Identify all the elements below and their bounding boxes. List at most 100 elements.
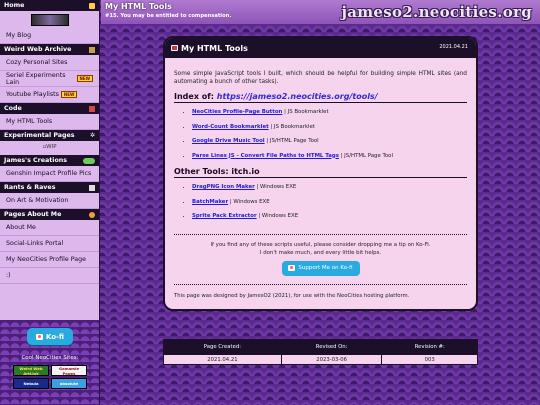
sidebar-header-label: Weird Web Archive: [4, 46, 72, 53]
sidebar-item-label: Cozy Personal Sites: [6, 59, 68, 66]
intro-text: Some simple JavaScript tools I built, wh…: [174, 71, 467, 85]
sidebar-header-code: Code: [0, 103, 99, 114]
divider: [174, 283, 467, 285]
new-badge: NEW: [60, 91, 78, 98]
index-link[interactable]: https://jameso2.neocities.org/tools/: [217, 92, 378, 101]
wip-image: ▫WIP: [42, 144, 57, 150]
new-badge: NEW: [76, 75, 93, 82]
sidebar-header-label: James's Creations: [4, 157, 68, 164]
tool-link[interactable]: Word-Count Bookmarklet: [192, 124, 269, 130]
footer-note: This page was designed by JamesO2 (2021)…: [174, 292, 410, 299]
sidebar-header-label: Experimental Pages: [4, 132, 75, 139]
site-banner-88x31[interactable]: [30, 14, 69, 26]
sidebar-item-label: My Blog: [6, 32, 32, 39]
sidebar-item-neocities-profile[interactable]: My NeoCities Profile Page: [0, 252, 99, 268]
gear-icon: ✲: [89, 132, 95, 139]
card-header: My HTML Tools 2021.04.21: [165, 38, 476, 58]
sidebar-header-about: Pages About Me: [0, 209, 99, 220]
tool-link[interactable]: Sprite Pack Extractor: [192, 213, 257, 219]
tool-link[interactable]: Google Drive Music Tool: [192, 138, 265, 144]
list-item: Sprite Pack Extractor | Windows EXE: [192, 213, 467, 228]
home-icon: [89, 2, 95, 9]
table-header: Revision #:: [381, 339, 478, 355]
kofi-button[interactable]: Ko-fi: [27, 328, 73, 345]
table-cell: 2021.04.21: [163, 354, 282, 365]
support-kofi-label: Support Me on Ko-fi: [298, 265, 353, 271]
sidebar-item-art-motivation[interactable]: On Art & Motivation: [0, 193, 99, 209]
sidebar-item-label: About Me: [6, 224, 36, 231]
page-header: My HTML Tools #15. You may be entitled t…: [101, 0, 540, 24]
support-kofi-button[interactable]: Support Me on Ko-fi: [281, 260, 360, 276]
card-date: 2021.04.21: [439, 44, 468, 50]
sidebar-footer: Ko-fi Cool NeoCities Sites: Weird Web Ar…: [0, 320, 99, 405]
site-logo[interactable]: jameso2.neocities.org: [342, 3, 533, 21]
list-item: Word-Count Bookmarklet | JS Bookmarklet: [192, 124, 467, 139]
sidebar-item-label: My HTML Tools: [6, 118, 53, 125]
page-subtitle: #15. You may be entitled to compensation…: [105, 13, 232, 19]
kofi-cup-icon: [288, 265, 296, 271]
toolbox-icon: [171, 45, 178, 51]
list-item: BatchMaker | Windows EXE: [192, 199, 467, 214]
cool-site-badge[interactable]: Nebula: [13, 378, 49, 389]
tool-link[interactable]: NeoCities Profile-Page Button: [192, 109, 282, 115]
sidebar-header-label: Home: [4, 2, 25, 9]
kofi-label: Ko-fi: [45, 332, 65, 341]
tool-link[interactable]: Parse Lines JS - Convert File Paths to H…: [192, 153, 339, 159]
table-row: 2021.04.21 2023-03-06 003: [163, 354, 478, 365]
sidebar-item-label: Youtube Playlists: [6, 91, 59, 98]
sidebar: Home My Blog Weird Web Archive Cozy Pers…: [0, 0, 100, 405]
sidebar-item-label: Genshin Impact Profile Pics: [6, 170, 92, 177]
cool-site-badge[interactable]: Weird Web ArtLink: [13, 365, 49, 376]
table-cell: 2023-03-06: [280, 354, 383, 365]
table-header: Page Created:: [163, 339, 282, 355]
page-title: My HTML Tools: [105, 2, 172, 11]
cool-sites-grid: Weird Web ArtLink Gamamie Pages Nebula a…: [0, 365, 99, 389]
sidebar-item-label: Seriel Experiments Lain: [6, 71, 66, 86]
sidebar-item-smile[interactable]: :): [0, 268, 99, 284]
sidebar-item-genshin[interactable]: Genshin Impact Profile Pics: [0, 166, 99, 182]
other-tools-heading: Other Tools: itch.io: [174, 167, 467, 178]
sidebar-item-label: Social-Links Portal: [6, 240, 64, 247]
tip-text: I don't make much, and every little bit …: [259, 249, 382, 256]
tip-text: If you find any of these scripts useful,…: [210, 241, 431, 248]
other-tools-list: DragPNG Icon Maker | Windows EXE BatchMa…: [174, 184, 467, 228]
sidebar-header-experimental: Experimental Pages ✲: [0, 130, 99, 141]
sidebar-item-label: On Art & Motivation: [6, 197, 69, 204]
index-heading: Index of: https://jameso2.neocities.org/…: [174, 92, 467, 103]
sidebar-item-html-tools[interactable]: My HTML Tools: [0, 114, 99, 130]
js-tools-list: NeoCities Profile-Page Button | JS Bookm…: [174, 109, 467, 167]
sidebar-item-my-blog[interactable]: My Blog: [0, 28, 99, 44]
sidebar-header-weird-web-archive: Weird Web Archive: [0, 44, 99, 55]
revision-table: Page Created: Revised On: Revision #: 20…: [163, 339, 478, 365]
notebook-icon: [89, 184, 95, 191]
tool-link[interactable]: DragPNG Icon Maker: [192, 184, 255, 190]
sidebar-item-label: My NeoCities Profile Page: [6, 256, 86, 263]
content-card: My HTML Tools 2021.04.21 Some simple Jav…: [163, 36, 478, 311]
sidebar-item-social-links[interactable]: Social-Links Portal: [0, 236, 99, 252]
sidebar-item-cozy-sites[interactable]: Cozy Personal Sites: [0, 55, 99, 71]
cool-sites-title: Cool NeoCities Sites:: [21, 355, 79, 361]
sidebar-header-rants: Rants & Raves: [0, 182, 99, 193]
divider: [174, 233, 467, 235]
cool-site-badge[interactable]: absolute: [51, 378, 87, 389]
list-item: NeoCities Profile-Page Button | JS Bookm…: [192, 109, 467, 124]
smiley-icon: [89, 211, 95, 218]
sidebar-header-home: Home: [0, 0, 99, 11]
kofi-cup-icon: [35, 333, 43, 340]
list-item: Google Drive Music Tool | JS/HTML Page T…: [192, 138, 467, 153]
sidebar-item-about-me[interactable]: About Me: [0, 220, 99, 236]
sidebar-header-label: Code: [4, 105, 22, 112]
sidebar-header-label: Pages About Me: [4, 211, 62, 218]
sidebar-header-creations: James's Creations: [0, 155, 99, 166]
list-item: DragPNG Icon Maker | Windows EXE: [192, 184, 467, 199]
card-title: My HTML Tools: [181, 43, 248, 53]
table-header: Revised On:: [280, 339, 383, 355]
archive-icon: [89, 46, 95, 53]
cool-site-badge[interactable]: Gamamie Pages: [51, 365, 87, 376]
sidebar-item-label: :): [6, 272, 11, 279]
tool-link[interactable]: BatchMaker: [192, 199, 228, 205]
table-cell: 003: [381, 354, 478, 365]
sidebar-item-youtube[interactable]: Youtube Playlists NEW: [0, 87, 99, 103]
sidebar-item-lain[interactable]: Seriel Experiments Lain NEW: [0, 71, 99, 87]
creations-badge-icon: [83, 157, 95, 164]
